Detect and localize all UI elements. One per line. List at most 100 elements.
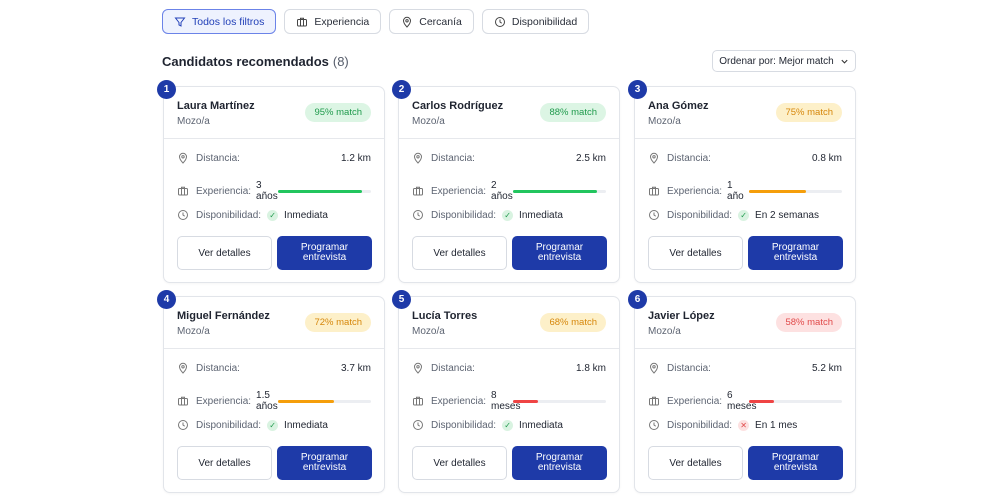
schedule-interview-button[interactable]: Programar entrevista — [277, 236, 372, 270]
availability-value: Inmediata — [284, 209, 328, 221]
schedule-interview-button[interactable]: Programar entrevista — [748, 236, 843, 270]
candidate-card: 3 Ana Gómez Mozo/a 75% match Distancia: … — [628, 80, 856, 283]
availability-label: Disponibilidad: — [667, 209, 733, 221]
availability-status: ✓ Inmediata — [502, 209, 563, 221]
experience-label: Experiencia: — [431, 185, 487, 197]
location-pin-icon — [649, 152, 659, 164]
match-badge: 72% match — [305, 313, 371, 332]
availability-label: Disponibilidad: — [196, 419, 262, 431]
view-details-button[interactable]: Ver detalles — [412, 236, 507, 270]
briefcase-icon — [649, 396, 659, 406]
availability-value: Inmediata — [284, 419, 328, 431]
experience-label: Experiencia: — [667, 395, 723, 407]
availability-value: Inmediata — [519, 419, 563, 431]
candidate-name: Javier López — [648, 310, 715, 322]
clock-icon — [494, 16, 505, 27]
distance-row: Distancia: 2.5 km — [412, 150, 606, 166]
availability-label: Disponibilidad: — [196, 209, 262, 221]
experience-value: 8 meses — [491, 389, 521, 413]
distance-value: 0.8 km — [811, 152, 842, 164]
sort-dropdown[interactable]: Ordenar por: Mejor match — [712, 50, 856, 72]
location-pin-icon — [178, 362, 188, 374]
briefcase-icon — [413, 186, 423, 196]
availability-label: Disponibilidad: — [431, 419, 497, 431]
filter-icon — [174, 17, 186, 27]
filter-experience-label: Experiencia — [314, 15, 370, 28]
candidate-name: Lucía Torres — [412, 310, 478, 322]
distance-label: Distancia: — [667, 152, 711, 164]
card-divider — [164, 138, 384, 139]
experience-value: 6 meses — [727, 389, 757, 413]
distance-label: Distancia: — [431, 362, 475, 374]
filter-all-label: Todos los filtros — [192, 15, 265, 28]
experience-bar — [513, 399, 606, 403]
candidate-card: 4 Miguel Fernández Mozo/a 72% match Dist… — [157, 290, 385, 493]
experience-bar-fill — [277, 189, 362, 193]
experience-label: Experiencia: — [667, 185, 723, 197]
match-badge: 95% match — [305, 103, 371, 122]
candidate-rank-badge: 3 — [628, 80, 647, 99]
schedule-interview-button[interactable]: Programar entrevista — [512, 446, 607, 480]
experience-row: Experiencia: 1.5 años — [177, 389, 371, 413]
availability-row: Disponibilidad: ✓ Inmediata — [412, 417, 606, 433]
view-details-button[interactable]: Ver detalles — [412, 446, 507, 480]
x-icon: ✕ — [738, 419, 750, 431]
card-divider — [164, 348, 384, 349]
match-badge: 75% match — [776, 103, 842, 122]
schedule-interview-button[interactable]: Programar entrevista — [277, 446, 372, 480]
candidate-name: Ana Gómez — [648, 100, 709, 112]
filter-bar: Todos los filtros Experiencia Cercanía D… — [162, 9, 590, 34]
candidate-role: Mozo/a — [177, 326, 210, 337]
experience-row: Experiencia: 1 año — [648, 179, 842, 203]
distance-row: Distancia: 5.2 km — [648, 360, 842, 376]
view-details-button[interactable]: Ver detalles — [648, 446, 743, 480]
distance-label: Distancia: — [667, 362, 711, 374]
clock-icon — [413, 420, 423, 430]
candidate-card: 2 Carlos Rodríguez Mozo/a 88% match Dist… — [392, 80, 620, 283]
candidate-role: Mozo/a — [648, 116, 681, 127]
sort-label: Ordenar por: Mejor match — [719, 55, 834, 67]
distance-label: Distancia: — [431, 152, 475, 164]
location-pin-icon — [413, 362, 423, 374]
card-divider — [399, 348, 619, 349]
clock-icon — [649, 210, 659, 220]
experience-bar-fill — [748, 189, 806, 193]
availability-value: En 1 mes — [755, 419, 798, 431]
experience-bar — [277, 189, 371, 193]
distance-value: 1.2 km — [340, 152, 371, 164]
filter-availability-button[interactable]: Disponibilidad — [481, 9, 590, 34]
availability-value: Inmediata — [519, 209, 563, 221]
check-icon: ✓ — [502, 209, 514, 221]
schedule-interview-button[interactable]: Programar entrevista — [512, 236, 607, 270]
experience-value: 1.5 años — [256, 389, 278, 413]
filter-experience-button[interactable]: Experiencia — [284, 9, 382, 34]
match-badge: 88% match — [540, 103, 606, 122]
experience-label: Experiencia: — [431, 395, 487, 407]
clock-icon — [413, 210, 423, 220]
clock-icon — [178, 210, 188, 220]
experience-value: 2 años — [491, 179, 513, 203]
check-icon: ✓ — [502, 419, 514, 431]
experience-row: Experiencia: 6 meses — [648, 389, 842, 413]
location-pin-icon — [413, 152, 423, 164]
location-pin-icon — [178, 152, 188, 164]
briefcase-icon — [413, 396, 423, 406]
view-details-button[interactable]: Ver detalles — [648, 236, 743, 270]
schedule-interview-button[interactable]: Programar entrevista — [748, 446, 843, 480]
distance-value: 3.7 km — [340, 362, 371, 374]
candidate-role: Mozo/a — [648, 326, 681, 337]
experience-bar-fill — [513, 399, 539, 403]
experience-value: 1 año — [727, 179, 744, 203]
briefcase-icon — [178, 186, 188, 196]
view-details-button[interactable]: Ver detalles — [177, 446, 272, 480]
clock-icon — [649, 420, 659, 430]
chevron-down-icon — [841, 59, 848, 64]
availability-status: ✕ En 1 mes — [738, 419, 798, 431]
filter-all-button[interactable]: Todos los filtros — [162, 9, 277, 34]
match-badge: 68% match — [540, 313, 606, 332]
view-details-button[interactable]: Ver detalles — [177, 236, 272, 270]
filter-proximity-button[interactable]: Cercanía — [389, 9, 474, 34]
experience-bar-fill — [277, 399, 334, 403]
candidate-rank-badge: 6 — [628, 290, 647, 309]
check-icon: ✓ — [738, 209, 750, 221]
